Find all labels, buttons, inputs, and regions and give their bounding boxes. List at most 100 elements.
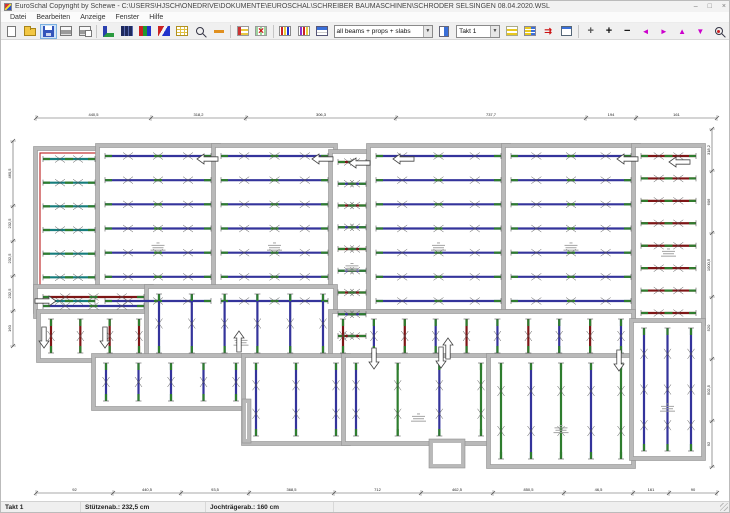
window-tile-button[interactable]	[558, 24, 575, 39]
slab-diagonal-icon	[158, 26, 170, 36]
print-button[interactable]	[58, 24, 75, 39]
save-button[interactable]	[40, 24, 57, 39]
svg-text:368,5: 368,5	[286, 487, 297, 492]
save-icon	[43, 26, 54, 37]
open-folder-icon	[24, 28, 36, 36]
toolbar-separator	[230, 25, 231, 38]
drawing-area[interactable]: 440,5318,2306,3737,719416192440,593,5368…	[1, 40, 729, 501]
svg-text:460,5: 460,5	[7, 168, 12, 179]
window-controls: – □ ×	[694, 2, 726, 12]
menu-datei[interactable]: Datei	[5, 12, 31, 23]
new-document-button[interactable]	[3, 24, 20, 39]
menu-bar: DateiBearbeitenAnzeigeFensterHilfe	[1, 12, 729, 23]
chart-bars-icon	[279, 26, 291, 36]
chevron-down-icon[interactable]: ▼	[490, 26, 499, 37]
display-mode-value: all beams + props + slabs	[335, 26, 423, 37]
pan-left-icon	[642, 27, 650, 36]
pan-down-button[interactable]	[692, 24, 709, 39]
floor-plan-canvas[interactable]: 440,5318,2306,3737,719416192440,593,5368…	[1, 40, 729, 501]
svg-text:1000,5: 1000,5	[706, 258, 711, 271]
menu-fenster[interactable]: Fenster	[111, 12, 145, 23]
slab-diagonal-button[interactable]	[155, 24, 172, 39]
zoom-window-icon	[196, 27, 204, 35]
takt-lines-button[interactable]	[503, 24, 520, 39]
grid-edit-icon	[237, 26, 249, 36]
table-grid-button[interactable]	[173, 24, 190, 39]
chart-edit-icon	[298, 26, 310, 36]
print-icon	[60, 26, 72, 36]
pan-up-button[interactable]	[673, 24, 690, 39]
parts-list-button[interactable]	[313, 24, 330, 39]
pan-right-icon	[660, 27, 668, 36]
slab-colored-icon	[139, 26, 151, 36]
open-folder-button[interactable]	[21, 24, 38, 39]
pan-right-button[interactable]	[655, 24, 672, 39]
measure-button[interactable]	[210, 24, 227, 39]
menu-hilfe[interactable]: Hilfe	[144, 12, 168, 23]
svg-text:46,5: 46,5	[595, 487, 604, 492]
slab-dark-icon	[121, 26, 133, 36]
status-takt: Takt 1	[1, 502, 81, 512]
svg-text:160: 160	[7, 324, 12, 331]
close-button[interactable]: ×	[722, 2, 726, 12]
svg-text:90: 90	[691, 487, 696, 492]
status-bar: Takt 1 Stützenab.: 232,5 cm Jochträgerab…	[1, 501, 729, 512]
takt-lines-icon	[506, 26, 518, 36]
takt-grid-button[interactable]	[521, 24, 538, 39]
chevron-down-icon[interactable]: ▼	[423, 26, 432, 37]
svg-text:712: 712	[374, 487, 381, 492]
zoom-window-button[interactable]	[192, 24, 209, 39]
resize-grip[interactable]	[720, 503, 728, 511]
toolbar-separator	[578, 25, 579, 38]
grid-delete-button[interactable]	[252, 24, 269, 39]
pan-button[interactable]	[582, 24, 599, 39]
menu-bearbeiten[interactable]: Bearbeiten	[31, 12, 75, 23]
maximize-button[interactable]: □	[708, 2, 712, 12]
table-grid-icon	[176, 26, 188, 36]
svg-text:318,2: 318,2	[706, 144, 711, 155]
svg-text:520: 520	[706, 324, 711, 331]
chart-bars-button[interactable]	[277, 24, 294, 39]
toolbar-separator	[273, 25, 274, 38]
pan-up-icon	[678, 27, 686, 36]
zoom-in-button[interactable]	[600, 24, 617, 39]
zoom-search-button[interactable]	[710, 24, 727, 39]
measure-icon	[214, 30, 224, 33]
takt-select-combobox[interactable]: Takt 1▼	[456, 25, 500, 38]
slab-dark-button[interactable]	[119, 24, 136, 39]
svg-text:93,5: 93,5	[211, 487, 220, 492]
svg-text:502,5: 502,5	[706, 384, 711, 395]
svg-text:606: 606	[706, 198, 711, 205]
chart-edit-button[interactable]	[295, 24, 312, 39]
parts-list-icon	[316, 26, 328, 36]
takt-page-button[interactable]	[436, 24, 453, 39]
toolbar-separator	[96, 25, 97, 38]
grid-edit-button[interactable]	[234, 24, 251, 39]
svg-text:440,5: 440,5	[142, 487, 153, 492]
zoom-out-button[interactable]	[619, 24, 636, 39]
print-copy-icon	[79, 26, 91, 36]
pan-down-icon	[696, 27, 704, 36]
menu-anzeige[interactable]: Anzeige	[75, 12, 110, 23]
svg-text:462,5: 462,5	[452, 487, 463, 492]
svg-text:232,5: 232,5	[7, 253, 12, 264]
status-stuetzenabstand: Stützenab.: 232,5 cm	[81, 502, 206, 512]
print-copy-button[interactable]	[76, 24, 93, 39]
display-mode-combobox[interactable]: all beams + props + slabs▼	[334, 25, 433, 38]
svg-text:92: 92	[706, 441, 711, 446]
pan-icon	[588, 25, 594, 37]
takt-select-value: Takt 1	[457, 26, 490, 37]
wall-tool-button[interactable]	[100, 24, 117, 39]
svg-text:850,5: 850,5	[523, 487, 534, 492]
app-logo-icon	[4, 3, 12, 11]
svg-text:440,5: 440,5	[88, 112, 99, 117]
takt-move-button[interactable]	[540, 24, 557, 39]
pan-left-button[interactable]	[637, 24, 654, 39]
grid-delete-icon	[255, 26, 267, 36]
status-jochtraegerabstand: Jochträgerab.: 160 cm	[206, 502, 334, 512]
minimize-button[interactable]: –	[694, 2, 698, 12]
slab-colored-button[interactable]	[137, 24, 154, 39]
svg-text:92: 92	[72, 487, 77, 492]
svg-text:232,5: 232,5	[7, 288, 12, 299]
new-document-icon	[7, 26, 16, 37]
